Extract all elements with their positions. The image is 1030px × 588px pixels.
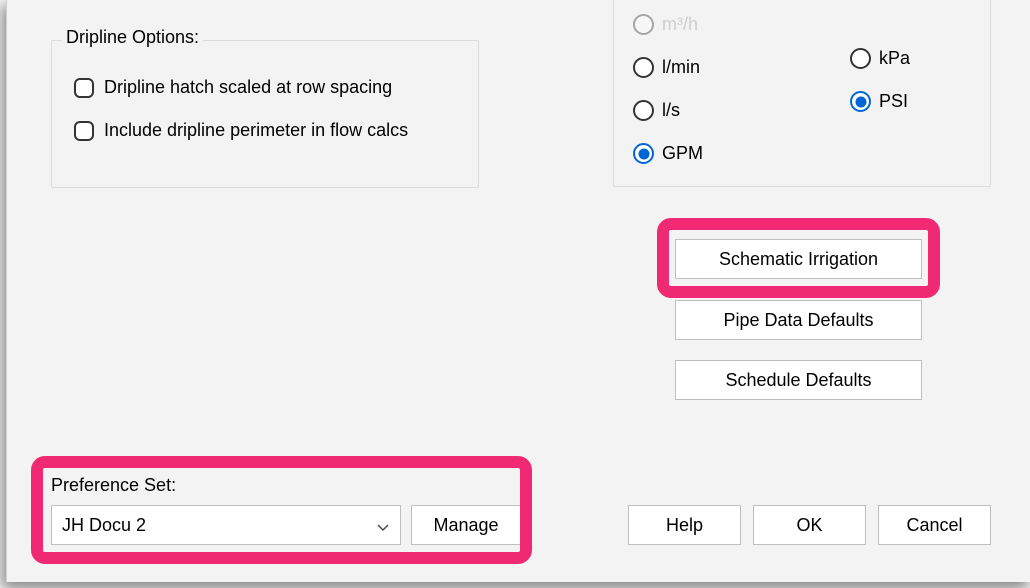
radio-label: m³/h <box>662 14 698 35</box>
radio-icon <box>633 14 654 35</box>
units-panel-border <box>613 186 990 187</box>
radio-flow-m3h[interactable]: m³/h <box>633 14 703 35</box>
flow-units-group: m³/h l/min l/s GPM <box>633 14 703 164</box>
checkbox-icon <box>74 121 94 141</box>
radio-icon <box>850 91 871 112</box>
units-panel-border <box>990 0 991 186</box>
pipe-data-defaults-button[interactable]: Pipe Data Defaults <box>675 300 922 340</box>
preference-set-label: Preference Set: <box>51 475 176 496</box>
cancel-button[interactable]: Cancel <box>878 505 991 545</box>
radio-press-psi[interactable]: PSI <box>850 91 910 112</box>
button-label: Schematic Irrigation <box>719 249 878 270</box>
button-label: Schedule Defaults <box>725 370 871 391</box>
chevron-down-icon <box>376 518 390 532</box>
checkbox-icon <box>74 78 94 98</box>
radio-press-kpa[interactable]: kPa <box>850 48 910 69</box>
checkbox-label: Include dripline perimeter in flow calcs <box>104 120 408 141</box>
button-label: Cancel <box>906 515 962 536</box>
radio-label: GPM <box>662 143 703 164</box>
dripline-options-fieldset: Dripline Options: Dripline hatch scaled … <box>51 40 479 188</box>
help-button[interactable]: Help <box>628 505 741 545</box>
manage-button[interactable]: Manage <box>411 505 521 545</box>
radio-icon <box>850 48 871 69</box>
radio-icon <box>633 143 654 164</box>
button-label: Pipe Data Defaults <box>723 310 873 331</box>
button-label: Help <box>666 515 703 536</box>
button-label: Manage <box>433 515 498 536</box>
pressure-units-group: kPa PSI <box>850 48 910 112</box>
units-panel-border <box>613 0 614 186</box>
radio-label: PSI <box>879 91 908 112</box>
radio-flow-gpm[interactable]: GPM <box>633 143 703 164</box>
schedule-defaults-button[interactable]: Schedule Defaults <box>675 360 922 400</box>
radio-flow-ls[interactable]: l/s <box>633 100 703 121</box>
checkbox-label: Dripline hatch scaled at row spacing <box>104 77 392 98</box>
radio-flow-lmin[interactable]: l/min <box>633 57 703 78</box>
button-label: OK <box>796 515 822 536</box>
radio-label: l/min <box>662 57 700 78</box>
dripline-options-legend: Dripline Options: <box>62 27 203 48</box>
radio-label: kPa <box>879 48 910 69</box>
checkbox-dripline-hatch[interactable]: Dripline hatch scaled at row spacing <box>74 77 408 98</box>
radio-icon <box>633 57 654 78</box>
radio-label: l/s <box>662 100 680 121</box>
checkbox-include-perimeter[interactable]: Include dripline perimeter in flow calcs <box>74 120 408 141</box>
preference-set-value: JH Docu 2 <box>62 515 146 536</box>
radio-icon <box>633 100 654 121</box>
preference-set-select[interactable]: JH Docu 2 <box>51 505 401 545</box>
schematic-irrigation-button[interactable]: Schematic Irrigation <box>675 239 922 279</box>
ok-button[interactable]: OK <box>753 505 866 545</box>
